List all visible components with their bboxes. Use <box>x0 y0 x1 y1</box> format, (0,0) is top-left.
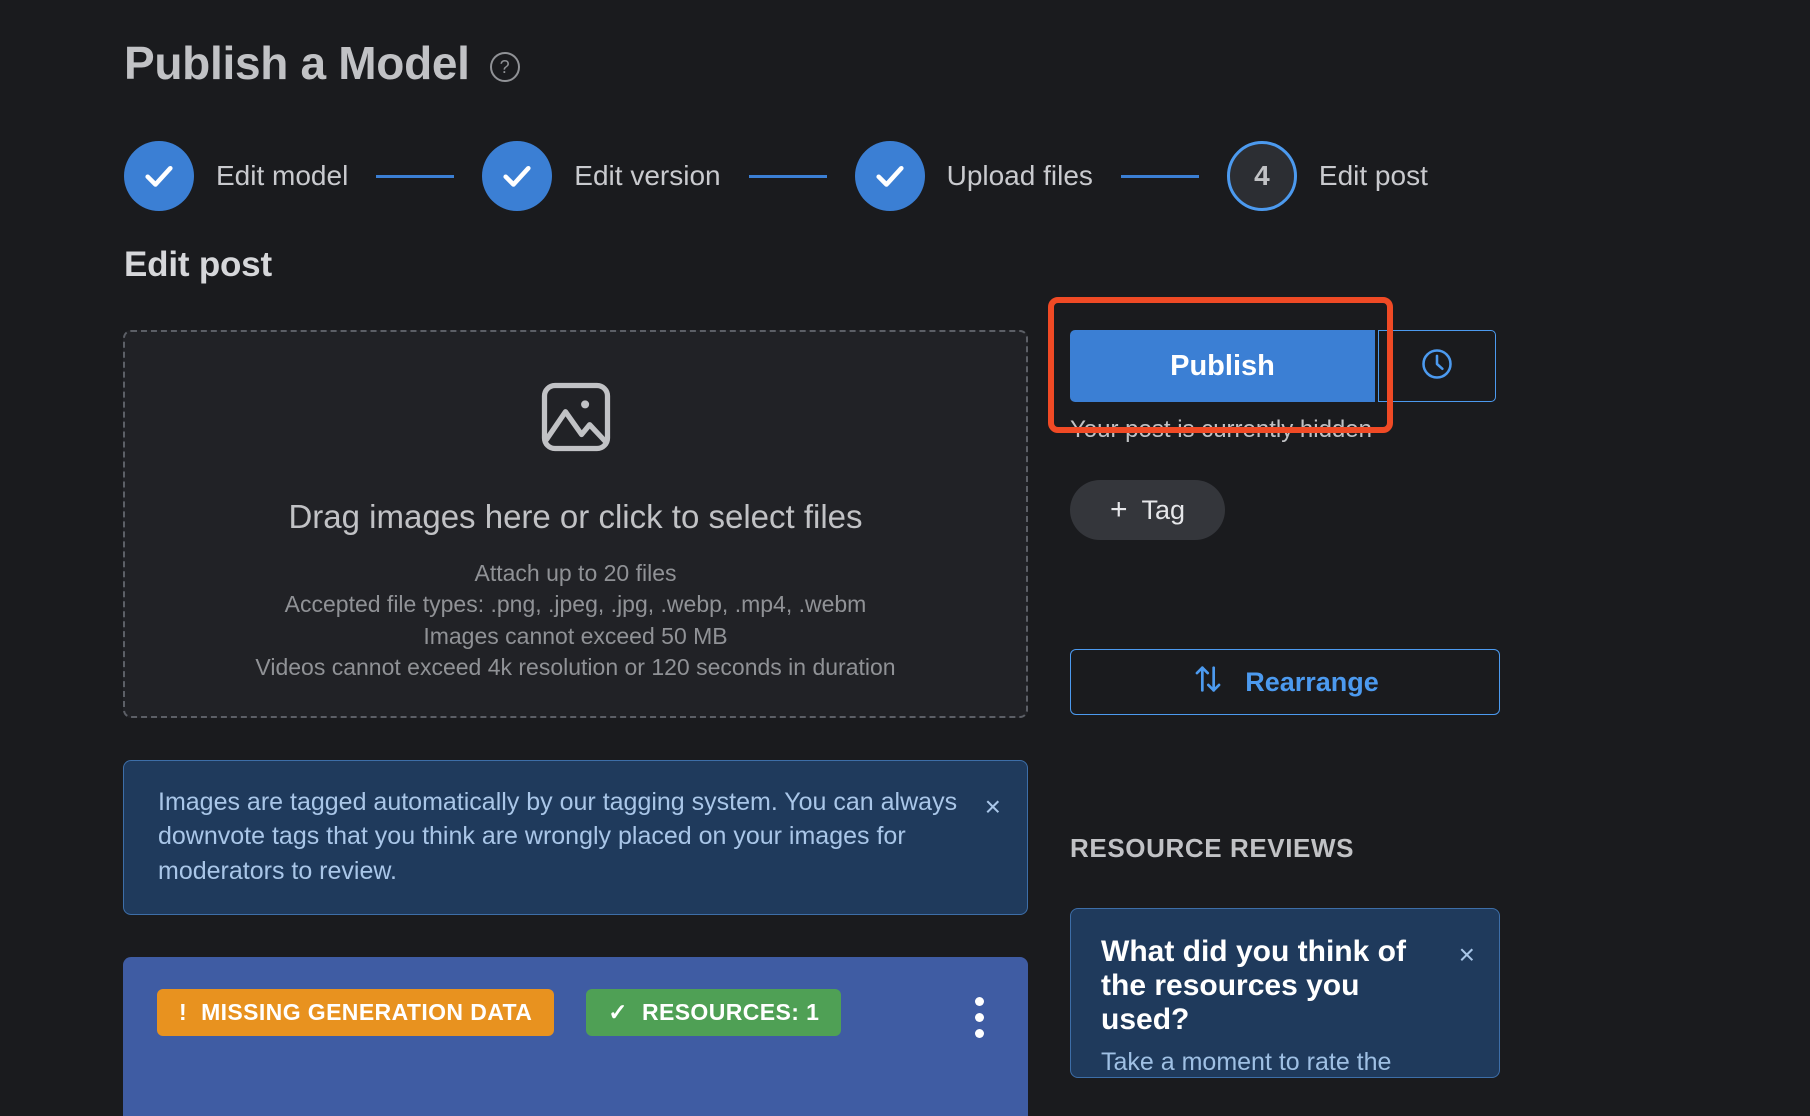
stepper-label-edit-model: Edit model <box>216 160 349 191</box>
step-number-4: 4 <box>1226 141 1297 211</box>
review-description: Take a moment to rate the resources you … <box>1101 1047 1392 1076</box>
plus-icon: + <box>1109 493 1128 526</box>
dropzone-line-4: Videos cannot exceed 4k resolution or 12… <box>255 654 896 680</box>
stepper-label-edit-version: Edit version <box>574 160 721 191</box>
stepper-connector-1 <box>376 174 455 178</box>
stepper-step-edit-version[interactable]: Edit version <box>482 141 721 211</box>
status-badge-resources[interactable]: ✓ RESOURCES: 1 <box>586 988 842 1036</box>
uploaded-image-card[interactable]: ! MISSING GENERATION DATA ✓ RESOURCES: 1 <box>123 956 1028 1116</box>
close-icon[interactable]: × <box>1459 941 1475 969</box>
review-card-header: What did you think of the resources you … <box>1101 935 1475 1037</box>
tagging-info-banner: Images are tagged automatically by our t… <box>123 760 1028 915</box>
add-tag-button[interactable]: + Tag <box>1070 480 1225 540</box>
publish-button[interactable]: Publish <box>1070 330 1375 402</box>
clock-icon <box>1419 346 1455 387</box>
publish-model-page: Publish a Model ? Edit model Edit versio… <box>0 0 1810 1116</box>
step-check-icon-3 <box>854 141 925 211</box>
stepper-step-edit-model[interactable]: Edit model <box>124 141 348 211</box>
stepper-connector-2 <box>748 174 827 178</box>
stepper-label-edit-post: Edit post <box>1318 160 1428 191</box>
publish-button-group: Publish <box>1070 330 1500 402</box>
post-visibility-note: Your post is currently hidden <box>1070 416 1372 443</box>
publish-section: Publish Your post is currently hidden <box>1048 297 1500 444</box>
step-check-icon-1 <box>124 141 194 211</box>
alert-icon: ! <box>179 998 188 1025</box>
stepper-step-upload-files[interactable]: Upload files <box>854 141 1093 211</box>
rearrange-button[interactable]: Rearrange <box>1070 649 1500 715</box>
section-title: Edit post <box>124 245 272 284</box>
left-column: Drag images here or click to select file… <box>123 330 1028 1116</box>
step-check-icon-2 <box>482 141 553 211</box>
badge-label-missing-generation-data: MISSING GENERATION DATA <box>201 998 533 1025</box>
add-tag-label: Tag <box>1141 494 1186 525</box>
dropzone-line-1: Attach up to 20 files <box>474 559 677 586</box>
close-icon[interactable]: × <box>985 793 1001 821</box>
review-question: What did you think of the resources you … <box>1101 935 1406 1036</box>
stepper-label-upload-files: Upload files <box>946 160 1093 191</box>
stepper-connector-3 <box>1120 174 1199 178</box>
right-sidebar: Publish Your post is currently hidden + … <box>1048 297 1500 1078</box>
schedule-publish-button[interactable] <box>1378 330 1496 402</box>
page-title: Publish a Model <box>124 37 470 89</box>
status-badge-missing-generation-data[interactable]: ! MISSING GENERATION DATA <box>157 988 555 1036</box>
dropzone-line-3: Images cannot exceed 50 MB <box>423 622 728 649</box>
image-placeholder-icon <box>534 375 618 464</box>
resource-reviews-heading: RESOURCE REVIEWS <box>1070 833 1355 863</box>
stepper-step-edit-post[interactable]: 4 Edit post <box>1226 141 1428 211</box>
check-icon: ✓ <box>608 998 628 1025</box>
publish-stepper: Edit model Edit version Upload files 4 E… <box>124 141 1428 211</box>
question-circle-icon[interactable]: ? <box>489 52 520 82</box>
tagging-info-text: Images are tagged automatically by our t… <box>158 788 958 885</box>
dropzone-title: Drag images here or click to select file… <box>288 497 863 535</box>
resource-review-card: What did you think of the resources you … <box>1070 908 1500 1078</box>
badge-label-resources: RESOURCES: 1 <box>641 998 820 1025</box>
file-dropzone[interactable]: Drag images here or click to select file… <box>123 330 1028 718</box>
arrows-up-down-icon <box>1191 662 1225 703</box>
page-header: Publish a Model ? <box>124 36 520 90</box>
dropzone-line-2: Accepted file types: .png, .jpeg, .jpg, … <box>284 591 867 617</box>
kebab-menu-icon[interactable] <box>975 989 1000 1038</box>
rearrange-label: Rearrange <box>1245 666 1379 697</box>
